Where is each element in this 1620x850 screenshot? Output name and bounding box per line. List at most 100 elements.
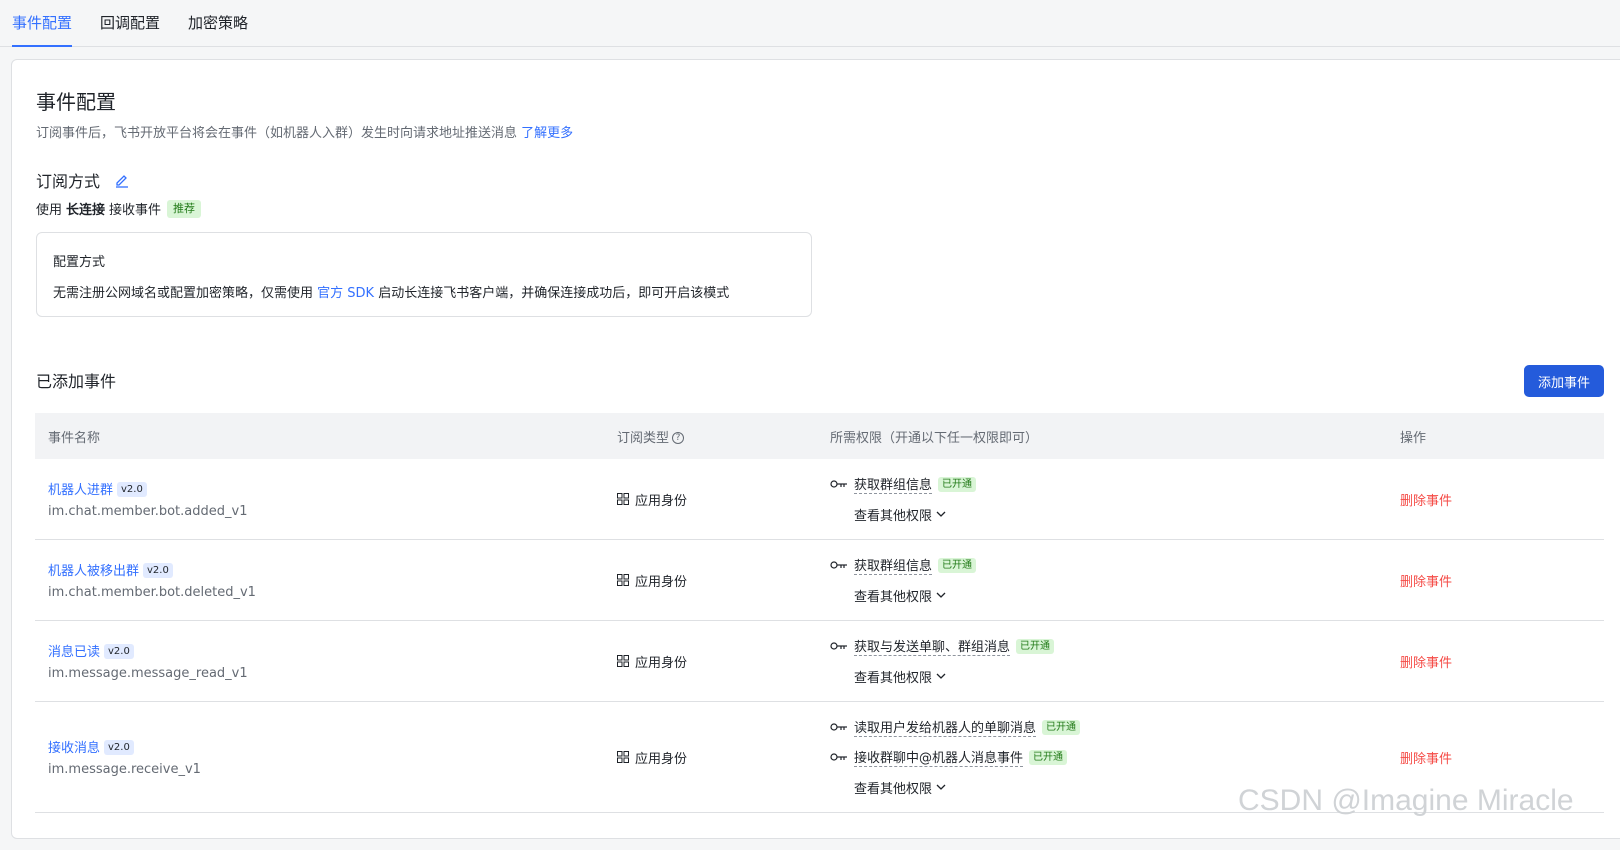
- official-sdk-link[interactable]: 官方 SDK: [317, 286, 374, 301]
- identity-cell: 应用身份: [605, 490, 818, 509]
- view-other-permissions[interactable]: 查看其他权限: [830, 499, 1388, 529]
- permission-item: 获取与发送单聊、群组消息 已开通: [830, 631, 1388, 661]
- permissions-cell: 获取群组信息 已开通 查看其他权限: [818, 469, 1388, 529]
- page-title: 事件配置: [36, 90, 116, 114]
- event-name-link[interactable]: 接收消息: [48, 741, 100, 756]
- tab-encryption-strategy[interactable]: 加密策略: [188, 0, 248, 46]
- header-subscription-type: 订阅类型?: [605, 427, 818, 446]
- identity-cell: 应用身份: [605, 652, 818, 671]
- event-cell: 接收消息 v2.0 im.message.receive_v1: [35, 737, 605, 777]
- view-other-permissions-label: 查看其他权限: [854, 781, 933, 797]
- app-grid-icon: [617, 655, 629, 667]
- header-subscription-type-label: 订阅类型: [617, 430, 670, 446]
- event-cell: 消息已读 v2.0 im.message.message_read_v1: [35, 641, 605, 681]
- subtitle-text: 订阅事件后，飞书开放平台将会在事件（如机器人入群）发生时向请求地址推送消息: [36, 126, 518, 141]
- config-method-box: 配置方式 无需注册公网域名或配置加密策略，仅需使用 官方 SDK 启动长连接飞书…: [36, 232, 812, 317]
- table-row: 机器人被移出群 v2.0 im.chat.member.bot.deleted_v…: [35, 540, 1604, 621]
- page-subtitle: 订阅事件后，飞书开放平台将会在事件（如机器人入群）发生时向请求地址推送消息 了解…: [36, 122, 573, 141]
- subscription-heading-label: 订阅方式: [36, 172, 101, 191]
- view-other-permissions-label: 查看其他权限: [854, 508, 933, 524]
- header-event-name: 事件名称: [48, 430, 101, 446]
- tab-event-config[interactable]: 事件配置: [12, 0, 73, 47]
- event-key: im.chat.member.bot.deleted_v1: [48, 585, 256, 600]
- permission-label[interactable]: 接收群聊中@机器人消息事件: [854, 747, 1024, 767]
- chevron-down-icon: [936, 784, 946, 790]
- delete-event-button[interactable]: 删除事件: [1400, 656, 1452, 671]
- delete-event-button[interactable]: 删除事件: [1400, 752, 1452, 767]
- config-desc-suffix: 启动长连接飞书客户端，并确保连接成功后，即可开启该模式: [378, 286, 730, 301]
- version-badge: v2.0: [104, 644, 134, 659]
- top-tab-bar: 事件配置 回调配置 加密策略: [0, 0, 1620, 47]
- key-icon: [830, 753, 847, 761]
- operations-cell: 删除事件: [1388, 652, 1604, 671]
- permission-status-badge: 已开通: [1029, 749, 1068, 765]
- permission-status-badge: 已开通: [938, 557, 977, 573]
- view-other-permissions[interactable]: 查看其他权限: [830, 661, 1388, 691]
- permissions-cell: 获取群组信息 已开通 查看其他权限: [818, 550, 1388, 610]
- event-key: im.message.message_read_v1: [48, 666, 248, 681]
- mode-name: 长连接: [66, 203, 106, 218]
- permission-item: 接收群聊中@机器人消息事件 已开通: [830, 742, 1388, 772]
- permission-item: 获取群组信息 已开通: [830, 469, 1388, 499]
- identity-label: 应用身份: [635, 574, 688, 590]
- version-badge: v2.0: [117, 482, 147, 497]
- events-table: 事件名称 订阅类型? 所需权限（开通以下任一权限即可） 操作 机器人进群 v2.0…: [35, 413, 1604, 813]
- recommend-badge: 推荐: [167, 199, 202, 218]
- identity-label: 应用身份: [635, 655, 688, 671]
- permission-item: 获取群组信息 已开通: [830, 550, 1388, 580]
- help-icon[interactable]: ?: [672, 432, 685, 444]
- permission-label[interactable]: 获取群组信息: [854, 474, 933, 494]
- operations-cell: 删除事件: [1388, 748, 1604, 767]
- operations-cell: 删除事件: [1388, 490, 1604, 509]
- permission-label[interactable]: 获取群组信息: [854, 555, 933, 575]
- app-grid-icon: [617, 493, 629, 505]
- key-icon: [830, 561, 847, 569]
- chevron-down-icon: [936, 592, 946, 598]
- table-header: 事件名称 订阅类型? 所需权限（开通以下任一权限即可） 操作: [35, 413, 1604, 459]
- mode-suffix: 接收事件: [109, 203, 162, 218]
- app-grid-icon: [617, 751, 629, 763]
- event-key: im.message.receive_v1: [48, 762, 201, 777]
- app-grid-icon: [617, 574, 629, 586]
- added-events-title: 已添加事件: [36, 372, 117, 391]
- event-name-link[interactable]: 机器人进群: [48, 483, 113, 498]
- permission-item: 读取用户发给机器人的单聊消息 已开通: [830, 712, 1388, 742]
- view-other-permissions-label: 查看其他权限: [854, 670, 933, 686]
- view-other-permissions-label: 查看其他权限: [854, 589, 933, 605]
- event-name-link[interactable]: 消息已读: [48, 645, 100, 660]
- event-cell: 机器人被移出群 v2.0 im.chat.member.bot.deleted_v…: [35, 560, 605, 600]
- config-desc-prefix: 无需注册公网域名或配置加密策略，仅需使用: [53, 286, 314, 301]
- key-icon: [830, 642, 847, 650]
- permission-status-badge: 已开通: [1016, 638, 1055, 654]
- operations-cell: 删除事件: [1388, 571, 1604, 590]
- learn-more-link[interactable]: 了解更多: [521, 126, 573, 141]
- header-permissions: 所需权限（开通以下任一权限即可）: [830, 430, 1039, 446]
- config-method-title: 配置方式: [53, 255, 106, 270]
- chevron-down-icon: [936, 511, 946, 517]
- version-badge: v2.0: [104, 740, 134, 755]
- edit-icon[interactable]: [114, 172, 130, 188]
- header-operations: 操作: [1400, 430, 1427, 446]
- permissions-cell: 获取与发送单聊、群组消息 已开通 查看其他权限: [818, 631, 1388, 691]
- mode-prefix: 使用: [36, 203, 63, 218]
- identity-label: 应用身份: [635, 751, 688, 767]
- key-icon: [830, 723, 847, 731]
- delete-event-button[interactable]: 删除事件: [1400, 494, 1452, 509]
- event-cell: 机器人进群 v2.0 im.chat.member.bot.added_v1: [35, 479, 605, 519]
- key-icon: [830, 480, 847, 488]
- identity-label: 应用身份: [635, 493, 688, 509]
- table-row: 消息已读 v2.0 im.message.message_read_v1 应用身份…: [35, 621, 1604, 702]
- permission-label[interactable]: 读取用户发给机器人的单聊消息: [854, 717, 1037, 737]
- config-method-desc: 无需注册公网域名或配置加密策略，仅需使用 官方 SDK 启动长连接飞书客户端，并…: [53, 282, 795, 301]
- permission-status-badge: 已开通: [938, 476, 977, 492]
- tab-callback-config[interactable]: 回调配置: [100, 0, 160, 46]
- event-name-link[interactable]: 机器人被移出群: [48, 564, 139, 579]
- permission-status-badge: 已开通: [1042, 719, 1081, 735]
- watermark: CSDN @Imagine Miracle: [1238, 784, 1574, 817]
- add-event-button[interactable]: 添加事件: [1524, 365, 1604, 397]
- view-other-permissions[interactable]: 查看其他权限: [830, 580, 1388, 610]
- subscription-mode: 使用 长连接 接收事件 推荐: [36, 199, 202, 218]
- permission-label[interactable]: 获取与发送单聊、群组消息: [854, 636, 1011, 656]
- chevron-down-icon: [936, 673, 946, 679]
- delete-event-button[interactable]: 删除事件: [1400, 575, 1452, 590]
